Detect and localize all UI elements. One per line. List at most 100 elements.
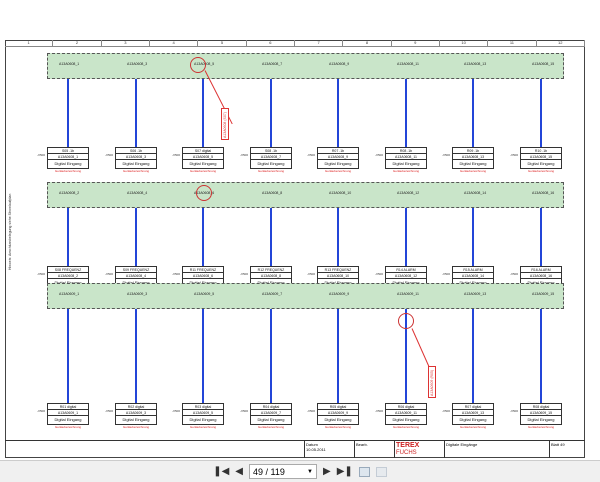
io-box: R04 digital A13A0609_7 Digital Eingang	[250, 403, 292, 425]
box-type: Digital Eingang	[122, 417, 150, 422]
red-note: Gerätebezeichnung	[527, 425, 555, 429]
io-box: R09 .1b A13A0608_13 Digital Eingang	[452, 147, 494, 169]
ruler-number: 2	[53, 40, 102, 46]
annotation-box: A13A0609 (R05)	[428, 366, 436, 398]
drawing-frame	[5, 40, 585, 458]
io-box: S05 .1b A13A0608_1 Digital Eingang	[47, 147, 89, 169]
ruler-number: 10	[440, 40, 489, 46]
ruler-number: 12	[537, 40, 585, 46]
terminal-note: -X500	[171, 409, 180, 413]
red-note: Gerätebezeichnung	[257, 169, 285, 173]
io-box: R07 digital A13A0609_13 Digital Eingang	[452, 403, 494, 425]
wire	[472, 79, 474, 147]
io-box: R01 digital A13A0609_1 Digital Eingang	[47, 403, 89, 425]
terminal-note: -X500	[306, 272, 315, 276]
bus-band	[47, 283, 564, 309]
ruler-number: 5	[198, 40, 247, 46]
wire	[135, 309, 137, 403]
annotation-circle	[196, 185, 212, 201]
desc-cell: Digitale Eingänge	[445, 441, 550, 458]
bus-band	[47, 53, 564, 79]
io-box: S06 .1b A13A0608_3 Digital Eingang	[115, 147, 157, 169]
bus-label: A13A0608_10	[329, 191, 352, 195]
box-type: Digital Eingang	[257, 161, 285, 166]
box-type: Digital Eingang	[459, 417, 487, 422]
bus-label: A13A0609_11	[397, 292, 419, 296]
annotation-circle	[398, 313, 414, 329]
wire	[337, 208, 339, 266]
wire	[67, 309, 69, 403]
terminal-note: -X500	[441, 272, 450, 276]
page-select[interactable]: 49 / 119 ▼	[249, 464, 317, 479]
ruler-number: 11	[488, 40, 537, 46]
red-note: Gerätebezeichnung	[324, 425, 352, 429]
red-note: Gerätebezeichnung	[459, 425, 487, 429]
copy-page-icon[interactable]	[358, 466, 370, 477]
next-page-button[interactable]: ▶	[323, 466, 331, 477]
last-page-button[interactable]: ▶❚	[337, 466, 353, 477]
date-cell: Datum 10.05.2011	[305, 441, 355, 458]
terminal-note: -X500	[104, 153, 113, 157]
bus-label: A13A0609_15	[532, 292, 555, 296]
io-box: R10 .1b A13A0608_15 Digital Eingang	[520, 147, 562, 169]
terminal-note: -X500	[509, 153, 518, 157]
bus-label: A13A0608_2	[59, 191, 80, 195]
bus-label: A13A0608_11	[397, 62, 419, 66]
terminal-note: -X500	[374, 272, 383, 276]
terminal-note: -X500	[104, 272, 113, 276]
sub-brand: FUCHS	[396, 450, 417, 456]
first-page-button[interactable]: ❚◀	[213, 466, 229, 477]
io-box: S07 digital A13A0608_5 Digital Eingang	[182, 147, 224, 169]
terminal-note: -X500	[441, 409, 450, 413]
prev-page-button[interactable]: ◀	[235, 466, 243, 477]
terminal-note: -X500	[441, 153, 450, 157]
red-note: Gerätebezeichnung	[189, 169, 217, 173]
terminal-note: -X500	[239, 272, 248, 276]
wire	[135, 208, 137, 266]
box-type: Digital Eingang	[189, 417, 217, 422]
terminal-note: -X500	[374, 153, 383, 157]
wire	[405, 79, 407, 147]
terminal-note: -X500	[374, 409, 383, 413]
bus-label: A13A0609_5	[194, 292, 215, 296]
wire	[405, 208, 407, 266]
bus-label: A13A0608_4	[127, 191, 148, 195]
box-type: Digital Eingang	[189, 161, 217, 166]
io-box: R06 digital A13A0609_11 Digital Eingang	[385, 403, 427, 425]
box-type: Digital Eingang	[324, 161, 352, 166]
wire	[270, 79, 272, 147]
terminal-note: -X500	[239, 409, 248, 413]
name-label: Bearb.	[356, 442, 368, 447]
bus-label: A13A0608_3	[127, 62, 148, 66]
box-type: Digital Eingang	[527, 417, 555, 422]
red-note: Gerätebezeichnung	[392, 425, 420, 429]
document-page: 1 2 3 4 5 6 7 8 9 10 11 12 Hinweis: Anschlussbelegu…	[0, 0, 600, 460]
terminal-note: -X500	[171, 272, 180, 276]
paste-page-icon[interactable]	[375, 466, 387, 477]
wire	[67, 208, 69, 266]
io-box: R05 digital A13A0609_9 Digital Eingang	[317, 403, 359, 425]
bus-label: A13A0609_7	[262, 292, 283, 296]
ruler-number: 8	[343, 40, 392, 46]
wire	[270, 309, 272, 403]
wire	[337, 79, 339, 147]
red-note: Gerätebezeichnung	[54, 169, 82, 173]
wire	[540, 208, 542, 266]
bus-label: A13A0609_9	[329, 292, 350, 296]
red-note: Gerätebezeichnung	[257, 425, 285, 429]
bus-label: A13A0608_12	[397, 191, 420, 195]
ruler-number: 6	[247, 40, 295, 46]
box-type: Digital Eingang	[324, 417, 352, 422]
red-note: Gerätebezeichnung	[459, 169, 487, 173]
terminal-note: -X500	[239, 153, 248, 157]
red-note: Gerätebezeichnung	[527, 169, 555, 173]
page-cell: Blatt 49	[550, 441, 585, 458]
title-block: Datum 10.05.2011 Bearb. TEREX FUCHS Digita…	[5, 440, 585, 458]
red-note: Gerätebezeichnung	[324, 169, 352, 173]
terminal-note: -X500	[36, 153, 45, 157]
terminal-note: -X500	[104, 409, 113, 413]
terminal-note: -X500	[36, 272, 45, 276]
io-box: R08 digital A13A0609_15 Digital Eingang	[520, 403, 562, 425]
terminal-note: -X500	[306, 153, 315, 157]
bus-label: A13A0608_14	[464, 191, 487, 195]
